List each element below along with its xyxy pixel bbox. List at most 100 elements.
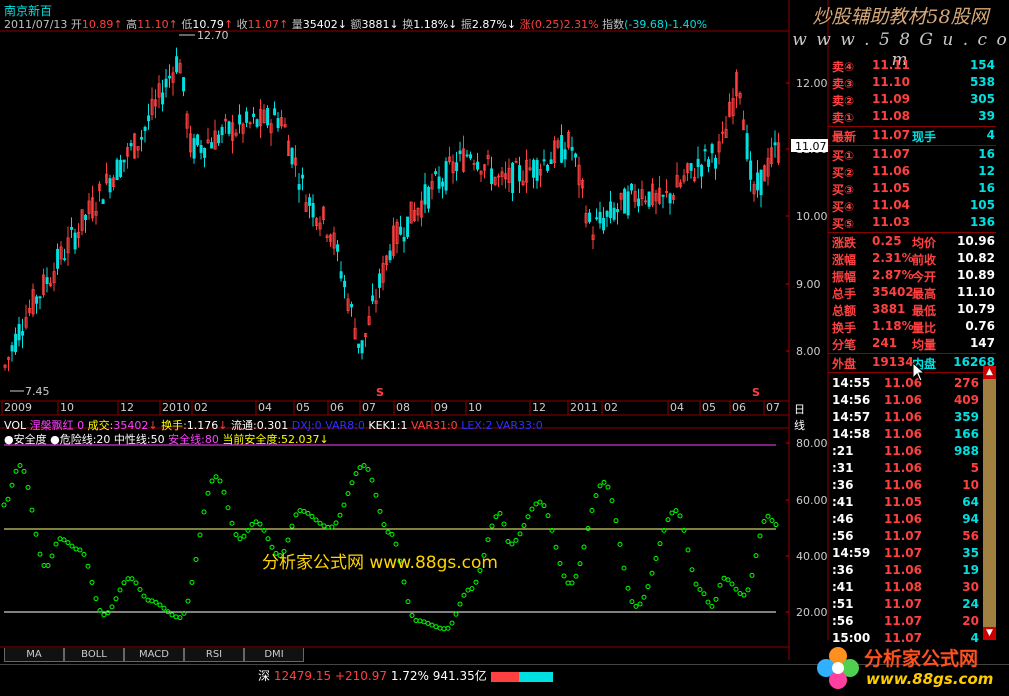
tab-macd[interactable]: MACD [124, 648, 184, 662]
current-price-value: 11.07 [795, 140, 827, 153]
candle-body [220, 127, 224, 136]
safety-indicator-point [289, 523, 295, 529]
tick-row[interactable]: 14:57 11.06 359 [830, 409, 995, 426]
bid-label: 买② [832, 166, 855, 180]
tick-row[interactable]: :56 11.07 56 [830, 528, 995, 545]
candle-body [147, 115, 151, 122]
candle-body [301, 174, 305, 179]
period-label[interactable]: 日线 [794, 401, 805, 433]
ohlc-info-line: 2011/07/13 开10.89↑ 高11.10↑ 低10.79↑ 收11.0… [4, 18, 708, 31]
candle-body [122, 159, 126, 163]
candle-body [563, 149, 567, 160]
tick-row[interactable]: 14:59 11.07 35 [830, 545, 995, 562]
ask-price: 11.10 [872, 75, 910, 89]
candle-body [245, 111, 249, 123]
safety-indicator-point [9, 482, 15, 488]
stat-value-2: 0.76 [965, 319, 995, 333]
safety-indicator-point [505, 538, 511, 544]
ad-banner[interactable]: 炒股辅助教材58股网 w w w . 5 8 G u . c o m [792, 2, 1009, 70]
ask-label: 卖④ [832, 60, 855, 74]
bid-row[interactable]: 买① 11.07 16 [830, 146, 995, 163]
ask-row[interactable]: 卖① 11.08 39 [830, 108, 995, 125]
ask-row[interactable]: 卖③ 11.10 538 [830, 74, 995, 91]
safety-indicator-point [421, 619, 427, 625]
time-axis-label: 10 [60, 401, 74, 414]
tick-row[interactable]: :41 11.05 64 [830, 494, 995, 511]
safety-indicator-point [253, 519, 259, 525]
stat-row[interactable]: 涨跌 0.25 均价 10.96 [830, 233, 995, 250]
tab-dmi[interactable]: DMI [244, 648, 304, 662]
bid-row[interactable]: 买④ 11.04 105 [830, 197, 995, 214]
ask-row[interactable]: 卖② 11.09 305 [830, 91, 995, 108]
tick-scrollbar[interactable]: ▲ ▼ [983, 366, 996, 640]
stat-row[interactable]: 总额 3881 最低 10.79 [830, 301, 995, 318]
tab-boll[interactable]: BOLL [64, 648, 124, 662]
safety-indicator-point [41, 562, 47, 568]
safety-indicator-point [1, 502, 7, 508]
candle-body [311, 202, 315, 218]
safety-indicator-point [177, 615, 183, 621]
ask-row[interactable]: 卖④ 11.11 154 [830, 57, 995, 74]
stat-row[interactable]: 总手 35402 最高 11.10 [830, 284, 995, 301]
scroll-up-icon[interactable]: ▲ [983, 366, 996, 379]
tick-row[interactable]: :36 11.06 19 [830, 562, 995, 579]
safety-indicator-point [333, 520, 339, 526]
bid-row[interactable]: 买② 11.06 12 [830, 163, 995, 180]
safety-indicator-point [617, 541, 623, 547]
ask-label: 卖③ [832, 77, 855, 91]
tick-price: 11.07 [884, 614, 922, 628]
tick-time: 14:56 [832, 393, 871, 407]
stat-row[interactable]: 涨幅 2.31% 前收 10.82 [830, 250, 995, 267]
tick-row[interactable]: :51 11.07 24 [830, 596, 995, 613]
chg-value: (0.25)2.31% [530, 18, 599, 31]
safety-indicator-point [145, 597, 151, 603]
stat-row[interactable]: 换手 1.18% 量比 0.76 [830, 318, 995, 335]
safety-indicator-point [509, 541, 515, 547]
stat-value-2: 11.10 [957, 285, 995, 299]
candle-body [605, 210, 609, 217]
tick-row[interactable]: :41 11.08 30 [830, 579, 995, 596]
candle-body [308, 197, 312, 206]
candle-body [101, 199, 105, 205]
stat-row[interactable]: 分笔 241 均量 147 [830, 335, 995, 352]
tick-row[interactable]: 14:56 11.06 409 [830, 392, 995, 409]
safety-indicator-point [265, 536, 271, 542]
tick-row[interactable]: :46 11.06 94 [830, 511, 995, 528]
stat-row[interactable]: 振幅 2.87% 今开 10.89 [830, 267, 995, 284]
scroll-down-icon[interactable]: ▼ [983, 627, 996, 640]
tick-row[interactable]: :21 11.06 988 [830, 443, 995, 460]
stat-value: 35402 [872, 285, 914, 299]
tick-time: 14:57 [832, 410, 871, 424]
safety-indicator-point [561, 573, 567, 579]
amp-label: 振 [460, 18, 472, 31]
tick-price: 11.06 [884, 461, 922, 475]
stat-label: 换手 [832, 321, 857, 335]
tick-row[interactable]: :31 11.06 5 [830, 460, 995, 477]
stat-value-2: 10.89 [957, 268, 995, 282]
tick-row[interactable]: :36 11.06 10 [830, 477, 995, 494]
safety-indicator-point [113, 596, 119, 602]
market-change: +210.97 [334, 669, 387, 683]
tab-rsi[interactable]: RSI [184, 648, 244, 662]
safety-indicator-point [593, 493, 599, 499]
candle-body [458, 150, 462, 155]
time-axis-label: 12 [532, 401, 546, 414]
site-logo[interactable]: 分析家公式网 www.88gs.com [808, 640, 1009, 696]
candle-body [574, 153, 578, 158]
bid-row[interactable]: 买③ 11.05 16 [830, 180, 995, 197]
safety-indicator-point [405, 599, 411, 605]
safety-indicator-point [93, 596, 99, 602]
candle-body [38, 296, 42, 299]
bid-volume: 16 [978, 147, 995, 161]
bid-row[interactable]: 买⑤ 11.03 136 [830, 214, 995, 231]
stat-label-2: 均价 [912, 236, 937, 250]
tab-ma[interactable]: MA [4, 648, 64, 662]
candle-body [115, 159, 119, 181]
latest-row[interactable]: 最新 11.07 现手 4 [830, 127, 995, 144]
tick-row[interactable]: :56 11.07 20 [830, 613, 995, 630]
tick-time: :36 [832, 563, 854, 577]
candle-body [14, 333, 18, 353]
candle-body [598, 212, 602, 224]
bid-label: 买③ [832, 183, 855, 197]
tick-row[interactable]: 14:58 11.06 166 [830, 426, 995, 443]
